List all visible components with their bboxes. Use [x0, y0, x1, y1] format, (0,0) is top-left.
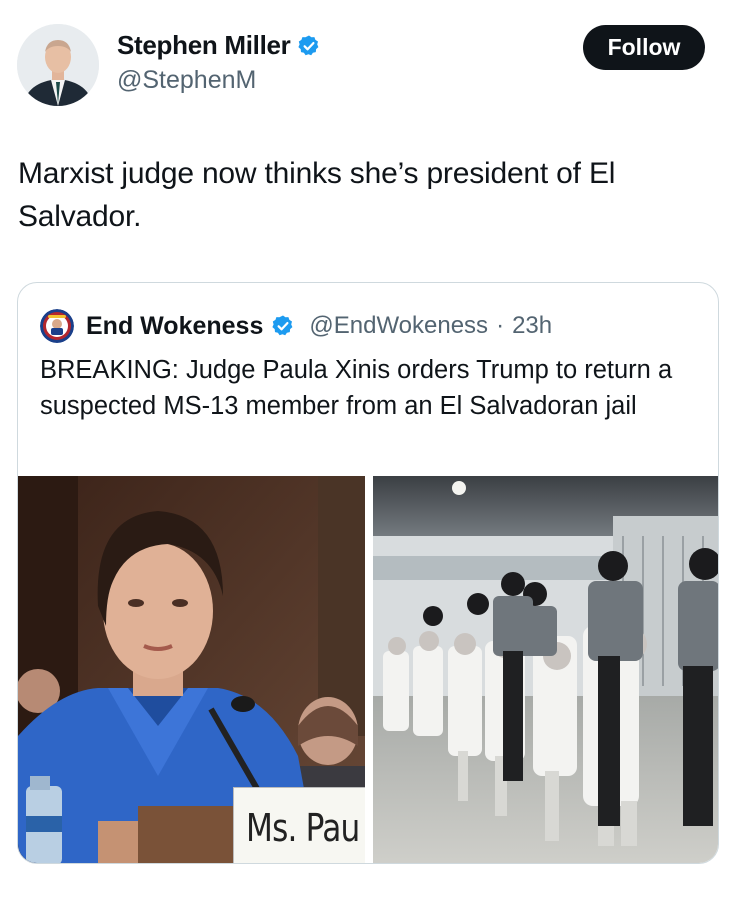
quoted-tweet[interactable]: End Wokeness @EndWokeness · 23h BREAKING…	[17, 282, 719, 864]
author-handle[interactable]: @StephenM	[117, 66, 256, 95]
media-image-prisoners[interactable]	[373, 476, 718, 863]
quoted-separator: ·	[496, 312, 505, 339]
quoted-verified-badge-icon	[271, 314, 295, 338]
quoted-tweet-header: End Wokeness @EndWokeness · 23h	[40, 309, 552, 343]
tweet-header: Stephen Miller @StephenM Follow	[0, 0, 737, 120]
media-image-judge[interactable]: Ms. Pau	[18, 476, 365, 863]
author-name-row[interactable]: Stephen Miller	[117, 30, 321, 61]
quoted-media[interactable]: Ms. Pau	[18, 476, 718, 863]
verified-badge-icon	[297, 34, 321, 58]
quoted-timestamp[interactable]: 23h	[512, 312, 552, 340]
quoted-author-avatar[interactable]	[40, 309, 74, 343]
quoted-display-name[interactable]: End Wokeness	[86, 312, 263, 341]
nameplate: Ms. Pau	[233, 787, 365, 863]
tweet-text: Marxist judge now thinks she’s president…	[18, 157, 616, 233]
quoted-tweet-text: BREAKING: Judge Paula Xinis orders Trump…	[40, 356, 673, 420]
quoted-handle[interactable]: @EndWokeness	[309, 312, 488, 340]
nameplate-text: Ms. Pau	[246, 806, 360, 850]
author-avatar[interactable]	[17, 24, 99, 106]
follow-button[interactable]: Follow	[583, 25, 705, 70]
author-display-name[interactable]: Stephen Miller	[117, 30, 291, 61]
